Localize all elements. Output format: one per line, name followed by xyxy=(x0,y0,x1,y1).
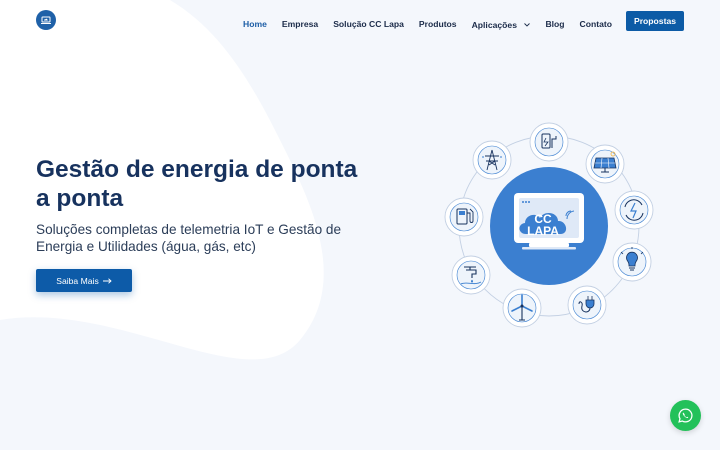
whatsapp-button[interactable] xyxy=(670,400,701,431)
propostas-button[interactable]: Propostas xyxy=(626,11,684,31)
arrow-right-icon xyxy=(102,277,112,284)
power-tower-icon xyxy=(472,140,512,180)
cc-lapa-text-line2: LAPA xyxy=(527,224,559,238)
electric-plug-icon xyxy=(567,285,607,325)
cloud-laptop-icon xyxy=(41,16,51,24)
hero-subtitle: Soluções completas de telemetria IoT e G… xyxy=(36,222,342,254)
nav-contato[interactable]: Contato xyxy=(580,19,612,29)
solar-panel-icon xyxy=(585,144,625,184)
wind-turbine-icon xyxy=(502,288,542,328)
nav-solucao-cc-lapa[interactable]: Solução CC Lapa xyxy=(333,19,404,29)
saiba-mais-label: Saiba Mais xyxy=(56,275,99,286)
navbar: Home Empresa Solução CC Lapa Produtos Ap… xyxy=(0,0,720,42)
logo[interactable] xyxy=(36,10,56,30)
nav-links: Home Empresa Solução CC Lapa Produtos Ap… xyxy=(243,15,612,33)
fuel-pump-icon xyxy=(444,197,484,237)
faucet-icon xyxy=(451,255,491,295)
cc-lapa-illustration: CC LAPA xyxy=(444,122,654,328)
nav-aplicacoes[interactable]: Aplicações xyxy=(472,15,531,33)
chevron-down-icon xyxy=(524,23,531,27)
nav-blog[interactable]: Blog xyxy=(545,19,564,29)
lightbulb-icon xyxy=(612,242,652,282)
phone-charger-icon xyxy=(529,122,569,162)
whatsapp-icon xyxy=(678,408,693,423)
nav-home[interactable]: Home xyxy=(243,19,267,29)
energy-refresh-icon xyxy=(614,190,654,230)
hero-title: Gestão de energia de ponta a ponta xyxy=(36,156,358,212)
saiba-mais-button[interactable]: Saiba Mais xyxy=(36,269,132,292)
nav-produtos[interactable]: Produtos xyxy=(419,19,457,29)
nav-aplicacoes-label: Aplicações xyxy=(471,20,517,30)
nav-empresa[interactable]: Empresa xyxy=(282,19,318,29)
